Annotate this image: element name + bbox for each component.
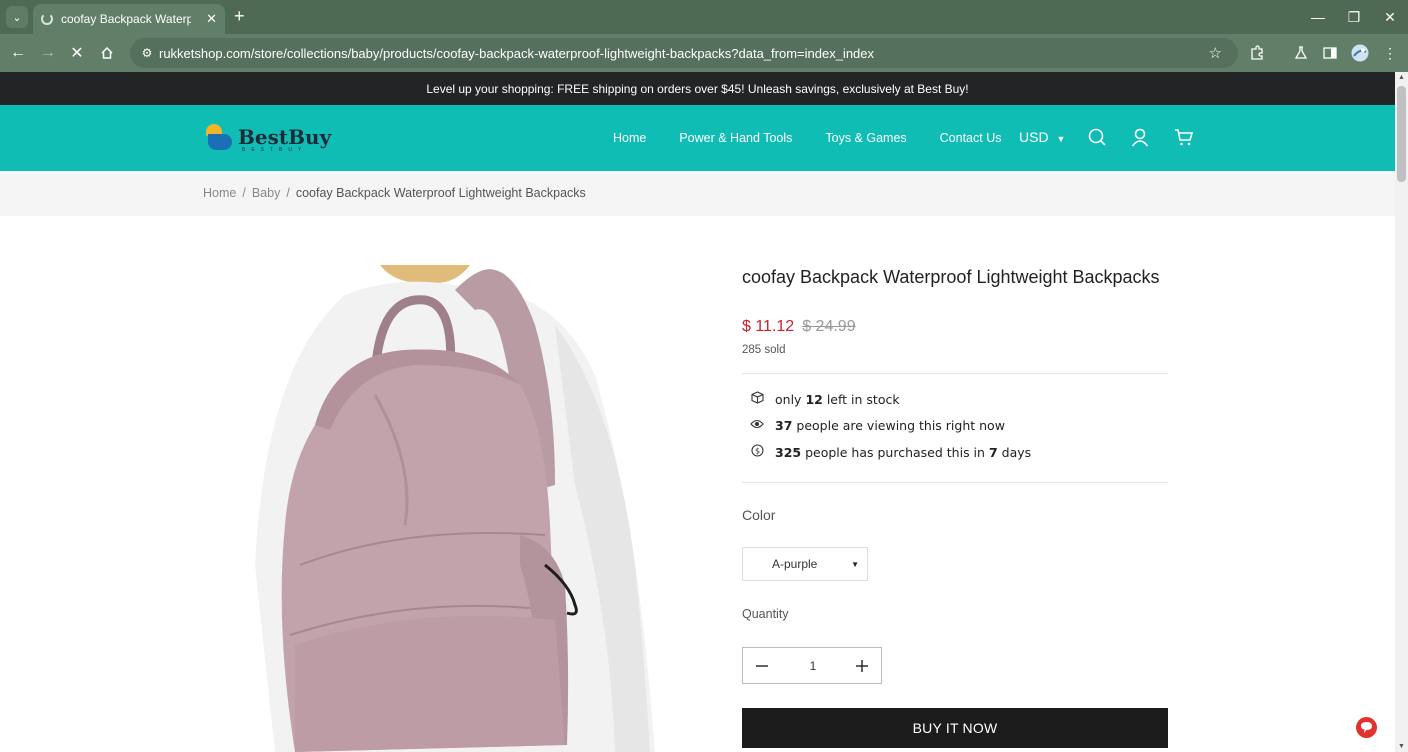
site-info-icon[interactable]: ⚙ [138,46,156,60]
quantity-label: Quantity [742,607,789,621]
minimize-icon[interactable]: — [1300,0,1336,34]
page-scrollbar[interactable]: ▲ ▼ [1395,72,1408,752]
divider [742,373,1168,374]
extensions-icon[interactable] [1247,43,1267,63]
chat-widget-icon[interactable] [1356,717,1377,738]
scroll-down-icon[interactable]: ▼ [1397,743,1406,750]
back-icon[interactable]: ← [7,42,29,64]
divider [742,482,1168,483]
scroll-up-icon[interactable]: ▲ [1397,74,1406,81]
price-row: $ 11.12 $ 24.99 [742,318,856,336]
box-icon [750,391,764,407]
quantity-stepper: 1 [742,647,882,684]
forward-icon[interactable]: → [37,42,59,64]
color-label: Color [742,507,776,523]
main-nav: Home Power & Hand Tools Toys & Games Con… [613,105,1035,171]
breadcrumb-baby[interactable]: Baby [252,186,281,200]
tab-close-icon[interactable]: ✕ [206,11,217,27]
browser-toolbar: ← → ✕ ⚙ rukketshop.com/store/collections… [0,34,1408,72]
dollar-icon: $ [750,444,764,460]
restore-icon[interactable]: ❐ [1336,0,1372,34]
browser-menu-icon[interactable]: ⋮ [1380,43,1400,63]
site-header: BestBuy BESTBUY Home Power & Hand Tools … [0,105,1395,171]
breadcrumb-current: coofay Backpack Waterproof Lightweight B… [295,186,586,200]
side-panel-icon[interactable] [1320,43,1340,63]
plus-icon[interactable] [853,657,871,675]
breadcrumb-home[interactable]: Home [203,186,236,200]
currency-selector[interactable]: USD ▼ [1019,129,1065,145]
breadcrumb: Home / Baby / coofay Backpack Waterproof… [203,186,586,200]
breadcrumb-separator: / [242,186,246,200]
close-window-icon[interactable]: ✕ [1372,0,1408,34]
cart-icon[interactable] [1174,127,1196,149]
color-select-value: A-purple [772,557,818,571]
bookmark-star-icon[interactable]: ☆ [1209,44,1222,62]
minus-icon[interactable] [753,657,771,675]
logo-mark-icon [204,122,234,152]
url-text: rukketshop.com/store/collections/baby/pr… [159,45,875,61]
stock-pre: only [775,391,802,407]
browser-tab[interactable]: coofay Backpack Waterproof Li ✕ [33,4,225,34]
stock-count: 12 [805,391,823,407]
viewing-info: 37 people are viewing this right now [750,418,1005,433]
nav-home[interactable]: Home [613,131,646,145]
stock-info: only 12 left in stock [750,391,900,407]
labs-flask-icon[interactable] [1291,43,1311,63]
nav-contact-us[interactable]: Contact Us [940,131,1002,145]
purchased-days-label: days [1001,444,1032,460]
nav-power-hand-tools[interactable]: Power & Hand Tools [679,131,792,145]
tab-search-icon[interactable]: ⌄ [6,6,28,28]
profile-avatar[interactable] [1350,43,1370,63]
window-controls: — ❐ ✕ [1300,0,1408,34]
viewing-text: people are viewing this right now [796,418,1005,433]
address-bar[interactable]: ⚙ rukketshop.com/store/collections/baby/… [130,38,1238,68]
home-icon[interactable] [96,42,118,64]
quantity-input[interactable]: 1 [803,659,823,673]
breadcrumb-bar: Home / Baby / coofay Backpack Waterproof… [0,171,1395,216]
stop-loading-icon[interactable]: ✕ [66,42,88,64]
sold-count: 285 sold [742,344,786,356]
caret-down-icon: ▼ [851,560,859,569]
color-select[interactable]: A-purple ▼ [742,547,868,581]
site-logo[interactable]: BestBuy BESTBUY [204,122,332,153]
currency-label: USD [1019,129,1049,145]
tab-title: coofay Backpack Waterproof Li [61,12,191,26]
chevron-down-icon: ▼ [1056,134,1066,144]
browser-tab-bar: ⌄ coofay Backpack Waterproof Li ✕ + — ❐ … [0,0,1408,34]
original-price: $ 24.99 [802,318,856,335]
product-title: coofay Backpack Waterproof Lightweight B… [742,267,1160,287]
purchased-count: 325 [775,444,802,460]
breadcrumb-separator: / [286,186,290,200]
buy-it-now-button[interactable]: BUY IT NOW [742,708,1168,748]
sale-price: $ 11.12 [742,318,795,335]
product-image[interactable] [255,265,655,752]
new-tab-icon[interactable]: + [234,7,245,25]
eye-icon [750,419,764,432]
nav-toys-games[interactable]: Toys & Games [825,131,906,145]
logo-text: BestBuy [238,125,332,149]
purchased-info: $ 325 people has purchased this in 7 day… [750,444,1031,460]
purchased-days: 7 [988,444,998,460]
viewing-count: 37 [775,418,793,433]
search-icon[interactable] [1087,127,1109,149]
loading-spinner-icon [41,13,53,25]
svg-text:$: $ [754,446,759,455]
purchased-text: people has purchased this in [805,444,985,460]
announcement-bar: Level up your shopping: FREE shipping on… [0,72,1395,105]
account-icon[interactable] [1130,127,1152,149]
scrollbar-thumb[interactable] [1397,86,1406,182]
stock-post: left in stock [826,391,900,407]
logo-subtext: BESTBUY [242,147,308,153]
